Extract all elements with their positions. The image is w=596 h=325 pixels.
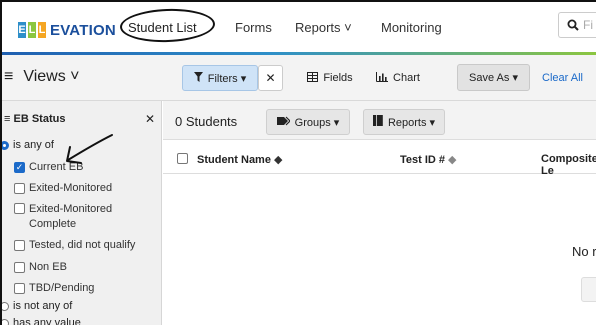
filters-label: Filters ▾ [207, 72, 247, 85]
book-icon [372, 115, 383, 129]
hamburger-icon: ≡ [4, 68, 14, 85]
sort-icon: ◆ [273, 154, 283, 166]
logo-block-3: L [38, 22, 46, 38]
checkbox-icon [14, 283, 25, 294]
grid-icon [307, 71, 319, 85]
radio-has-any-value[interactable]: has any value [2, 317, 81, 325]
main-content: 0 Students Groups ▾ Reports ▾ Student Na… [163, 101, 596, 325]
option-label: Tested, did not qualify [29, 239, 136, 251]
nav-reports[interactable]: Reports ˅ [295, 20, 352, 35]
hand-drawn-arrow-annotation [66, 134, 113, 164]
clear-filters-button[interactable]: ✕ [258, 65, 283, 91]
bar-chart-icon [376, 71, 389, 85]
empty-state-button[interactable] [581, 277, 596, 302]
search-icon [567, 19, 579, 31]
funnel-icon [193, 71, 203, 85]
checkbox-checked-icon: ✓ [14, 162, 25, 173]
students-bar: 0 Students Groups ▾ Reports ▾ [163, 101, 596, 140]
reports-label: Reports ▾ [387, 116, 436, 129]
radio-icon [2, 301, 9, 311]
tag-icon [276, 116, 291, 129]
nav-forms[interactable]: Forms [235, 20, 272, 35]
radio-label: has any value [13, 317, 81, 325]
filters-button[interactable]: Filters ▾ [182, 65, 258, 91]
radio-icon [2, 318, 9, 325]
radio-label: is any of [13, 139, 54, 151]
empty-message: No res [572, 244, 596, 259]
option-tested-did-not-qualify[interactable]: Tested, did not qualify [14, 239, 135, 251]
toolbar: ≡ Views ˅ Filters ▾ ✕ Fields Chart Save … [2, 55, 596, 101]
top-nav: E L L EVATION Student List Forms Reports… [2, 2, 596, 55]
col-composite-level[interactable]: Composite Le [541, 153, 596, 177]
col-label: Student Name [197, 154, 271, 166]
option-tbd-pending[interactable]: TBD/Pending [14, 282, 94, 294]
select-all-checkbox[interactable] [177, 153, 188, 164]
option-label: Non EB [29, 261, 67, 273]
checkbox-icon [14, 262, 25, 273]
fields-label: Fields [323, 72, 353, 84]
nav-monitoring[interactable]: Monitoring [381, 20, 442, 35]
chart-label: Chart [393, 72, 420, 84]
checkbox-icon [14, 183, 25, 194]
radio-is-not-any-of[interactable]: is not any of [2, 300, 73, 312]
close-filter-icon[interactable]: ✕ [145, 112, 155, 126]
sort-icon: ◆ [448, 154, 457, 166]
col-label: Composite Le [541, 153, 596, 177]
ellevation-logo[interactable]: E L L EVATION [18, 21, 116, 39]
col-test-id[interactable]: Test ID # ◆ [400, 153, 457, 166]
groups-label: Groups ▾ [294, 116, 340, 129]
hand-drawn-circle-annotation [119, 7, 216, 44]
logo-text: EVATION [50, 21, 116, 39]
views-dropdown[interactable]: ≡ Views ˅ [4, 68, 80, 86]
radio-is-any-of[interactable]: is any of [2, 139, 54, 151]
save-as-button[interactable]: Save As ▾ [457, 64, 530, 91]
checkbox-icon [14, 203, 25, 214]
views-label: Views ˅ [23, 68, 80, 85]
logo-block-1: E [18, 22, 26, 38]
app-window: E L L EVATION Student List Forms Reports… [0, 0, 596, 325]
filter-title-text: EB Status [13, 113, 66, 125]
search-input[interactable]: Fi [558, 12, 596, 38]
col-label: Test ID # [400, 154, 446, 166]
student-count: 0 Students [175, 114, 238, 129]
option-label: Exited-Monitored Complete [29, 203, 113, 230]
chart-button[interactable]: Chart [370, 65, 426, 91]
radio-label: is not any of [13, 300, 73, 312]
radio-selected-icon [2, 140, 9, 150]
groups-button[interactable]: Groups ▾ [266, 109, 350, 135]
table-header-row: Student Name ◆ Test ID # ◆ Composite Le [163, 140, 596, 177]
option-exited-monitored[interactable]: Exited-Monitored [14, 182, 112, 194]
clear-all-link[interactable]: Clear All [542, 72, 583, 84]
filter-title: ≡ EB Status [4, 113, 65, 125]
search-placeholder: Fi [583, 18, 593, 32]
logo-block-2: L [28, 22, 36, 38]
col-student-name[interactable]: Student Name ◆ [197, 153, 282, 166]
option-non-eb[interactable]: Non EB [14, 261, 67, 273]
checkbox-icon [14, 240, 25, 251]
option-exited-monitored-complete[interactable]: Exited-Monitored Complete [14, 202, 154, 232]
option-label: Exited-Monitored [29, 182, 113, 194]
option-label: TBD/Pending [29, 282, 95, 294]
fields-button[interactable]: Fields [298, 65, 362, 91]
reports-button[interactable]: Reports ▾ [363, 109, 445, 135]
